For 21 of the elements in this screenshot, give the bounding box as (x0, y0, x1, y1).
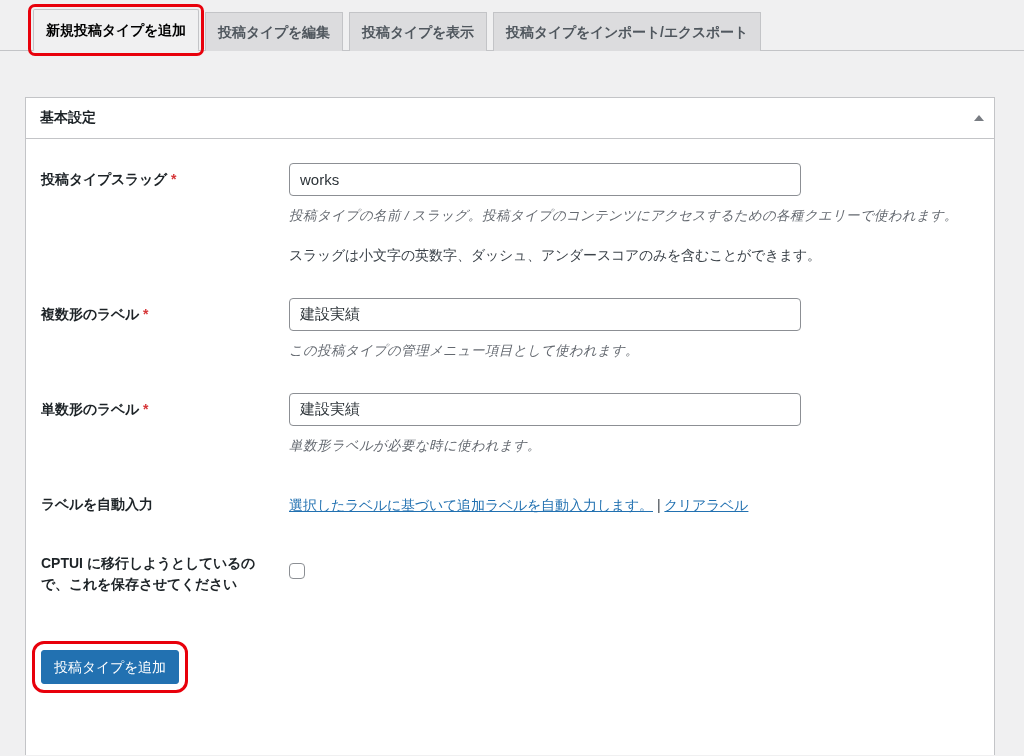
help-text: 単数形ラベルが必要な時に使われます。 (289, 437, 542, 455)
help-note: スラッグは小文字の英数字、ダッシュ、アンダースコアのみを含むことができます。 (289, 247, 822, 265)
text-input[interactable]: 建設実績 (289, 298, 801, 331)
tab[interactable]: 投稿タイプを表示 (349, 12, 487, 51)
text-input[interactable]: 建設実績 (289, 393, 801, 426)
tab[interactable]: 投稿タイプを編集 (205, 12, 343, 51)
collapse-arrow-icon[interactable] (974, 115, 984, 121)
field-label: 投稿タイプスラッグ * (41, 170, 178, 189)
field-label: 複数形のラベル * (41, 305, 150, 324)
link-separator: | (656, 497, 661, 513)
checkbox[interactable] (289, 563, 305, 579)
text-input[interactable]: works (289, 163, 801, 196)
field-label: ラベルを自動入力 (41, 495, 154, 514)
help-text: この投稿タイプの管理メニュー項目として使われます。 (289, 342, 640, 360)
field-label: 単数形のラベル * (41, 400, 150, 419)
auto-fill-link[interactable]: クリアラベル (664, 497, 749, 513)
panel-title: 基本設定 (40, 109, 96, 127)
help-text: 投稿タイプの名前 / スラッグ。投稿タイプのコンテンツにアクセスするための各種クエリーで使われます。 (289, 207, 960, 225)
field-label: CPTUI に移行しようとしているので、これを保存させてください (41, 554, 256, 594)
auto-fill-link[interactable]: 選択したラベルに基づいて追加ラベルを自動入力します。 (289, 497, 653, 513)
tab[interactable]: 投稿タイプをインポート/エクスポート (493, 12, 761, 51)
